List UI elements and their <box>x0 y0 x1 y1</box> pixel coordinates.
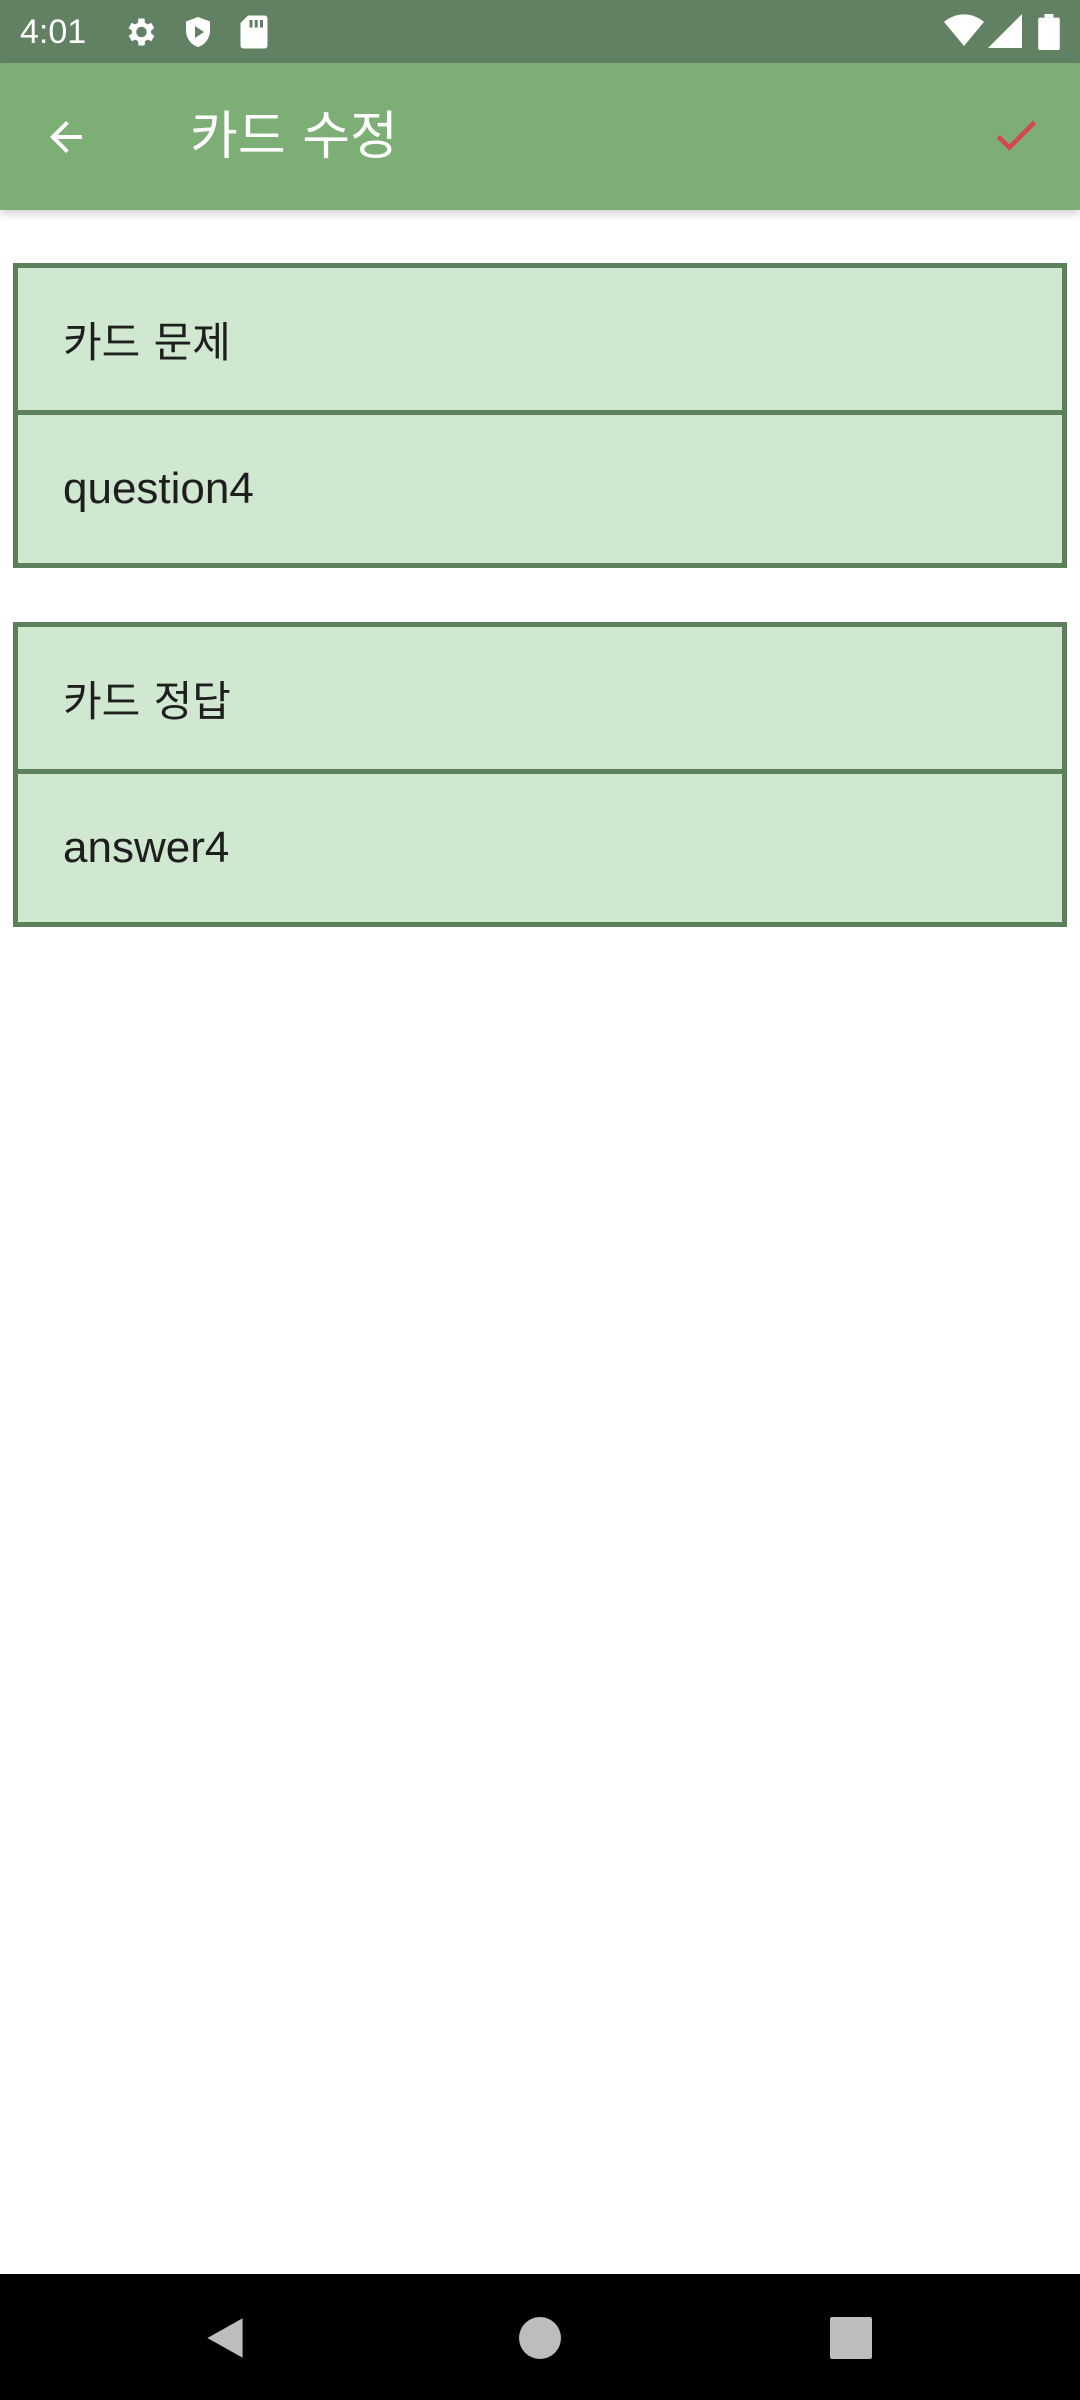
back-button[interactable] <box>30 101 102 173</box>
sd-card-icon <box>238 14 270 54</box>
system-nav-bar <box>0 2274 1080 2400</box>
save-button[interactable] <box>980 99 1052 171</box>
question-label: 카드 문제 <box>63 317 231 367</box>
answer-field-row[interactable] <box>18 774 1062 922</box>
app-bar: 카드 수정 <box>0 63 1080 210</box>
nav-home-button[interactable] <box>510 2308 570 2368</box>
settings-icon <box>122 14 158 54</box>
page-title: 카드 수정 <box>190 107 398 167</box>
question-input[interactable] <box>63 464 1013 514</box>
signal-icon <box>988 14 1022 52</box>
answer-input[interactable] <box>63 823 1013 873</box>
answer-label-row: 카드 정답 <box>18 627 1062 774</box>
battery-icon <box>1038 14 1060 54</box>
question-field-row[interactable] <box>18 415 1062 563</box>
back-triangle-icon <box>207 2318 243 2358</box>
question-label-row: 카드 문제 <box>18 268 1062 415</box>
answer-group: 카드 정답 <box>13 622 1067 927</box>
status-bar: 4:01 <box>0 0 1080 63</box>
status-time: 4:01 <box>20 13 87 51</box>
nav-back-button[interactable] <box>195 2308 255 2368</box>
arrow-back-icon <box>50 121 82 153</box>
answer-label: 카드 정답 <box>63 676 231 726</box>
wifi-icon <box>944 14 984 52</box>
shield-play-icon <box>180 14 216 54</box>
question-group: 카드 문제 <box>13 263 1067 568</box>
home-circle-icon <box>519 2317 561 2359</box>
nav-recents-button[interactable] <box>821 2308 881 2368</box>
check-icon <box>996 120 1037 151</box>
recents-square-icon <box>830 2317 872 2359</box>
